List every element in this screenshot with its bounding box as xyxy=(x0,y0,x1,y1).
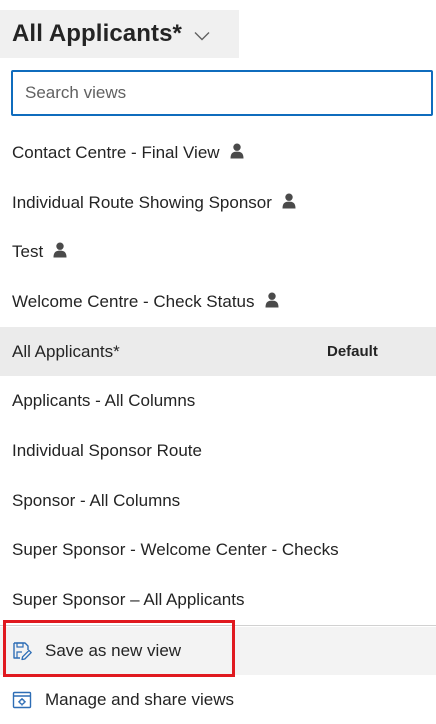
search-views-input[interactable] xyxy=(13,72,431,114)
view-item-applicants-all-columns[interactable]: Applicants - All Columns xyxy=(0,376,436,426)
view-selector-button[interactable]: All Applicants* xyxy=(0,10,239,58)
view-item-label: Sponsor - All Columns xyxy=(12,490,181,510)
view-item-all-applicants[interactable]: All Applicants* Default xyxy=(0,326,436,377)
view-item-label: Super Sponsor – All Applicants xyxy=(12,590,245,610)
view-item-super-sponsor-all-applicants[interactable]: Super Sponsor – All Applicants xyxy=(0,575,436,625)
view-item-label: Individual Route Showing Sponsor xyxy=(12,192,272,212)
view-item-contact-centre-final[interactable]: Contact Centre - Final View xyxy=(0,128,436,178)
view-item-welcome-centre-check-status[interactable]: Welcome Centre - Check Status xyxy=(0,277,436,327)
person-icon xyxy=(230,143,244,159)
search-views-box[interactable] xyxy=(11,70,433,116)
view-item-label: Super Sponsor - Welcome Center - Checks xyxy=(12,540,339,560)
view-item-label: All Applicants* xyxy=(12,341,120,361)
save-as-new-view-button[interactable]: Save as new view xyxy=(0,627,436,675)
settings-window-icon xyxy=(11,689,33,711)
chevron-down-icon xyxy=(194,32,210,41)
save-as-new-view-label: Save as new view xyxy=(45,641,182,660)
person-icon xyxy=(265,292,278,308)
view-item-label: Test xyxy=(12,242,44,262)
view-item-sponsor-all-columns[interactable]: Sponsor - All Columns xyxy=(0,476,436,526)
view-item-label: Applicants - All Columns xyxy=(12,391,196,411)
view-item-test[interactable]: Test xyxy=(0,227,436,277)
view-item-individual-sponsor-route[interactable]: Individual Sponsor Route xyxy=(0,426,436,476)
manage-and-share-views-label: Manage and share views xyxy=(45,690,235,709)
current-view-title: All Applicants* xyxy=(12,20,182,47)
person-icon xyxy=(282,193,296,209)
views-list: Contact Centre - Final View Individual R… xyxy=(0,128,436,625)
view-item-label: Welcome Centre - Check Status xyxy=(12,291,255,311)
divider xyxy=(0,625,436,626)
view-item-label: Contact Centre - Final View xyxy=(12,142,220,162)
manage-and-share-views-button[interactable]: Manage and share views xyxy=(0,676,436,724)
person-icon xyxy=(53,242,67,258)
save-edit-icon xyxy=(11,640,33,662)
view-item-super-sponsor-welcome-center-checks[interactable]: Super Sponsor - Welcome Center - Checks xyxy=(0,526,436,576)
default-badge: Default xyxy=(327,343,378,361)
view-item-individual-route-showing-sponsor[interactable]: Individual Route Showing Sponsor xyxy=(0,178,436,228)
view-item-label: Individual Sponsor Route xyxy=(12,440,202,460)
